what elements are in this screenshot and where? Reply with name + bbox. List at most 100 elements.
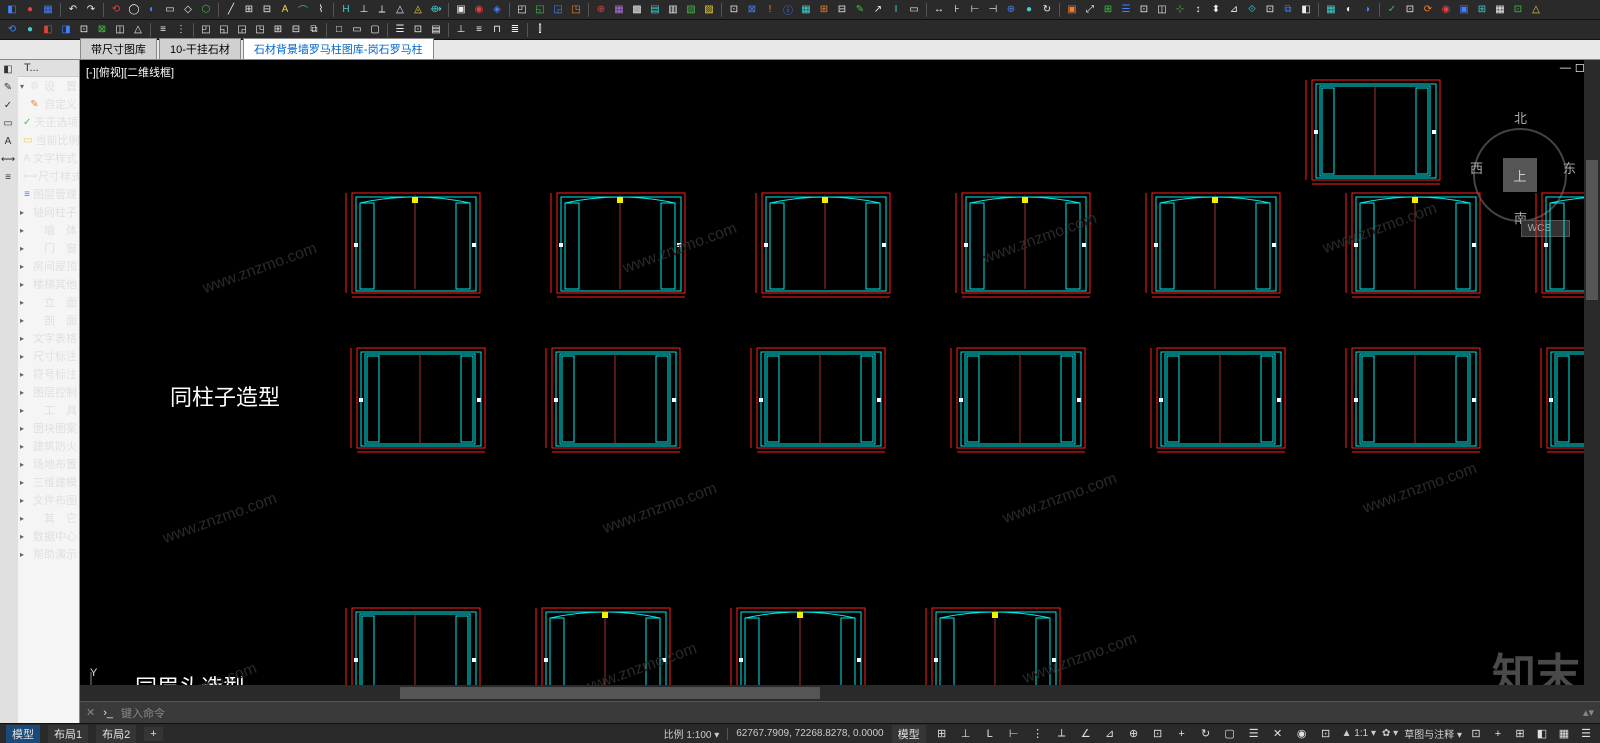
side-item[interactable]: A文字样式	[18, 149, 79, 167]
status-toggle[interactable]: ↻	[1198, 727, 1214, 740]
command-line[interactable]: ✕ ›_ 键入命令 ▴▾	[80, 701, 1600, 723]
side-strip-btn[interactable]: ⟷	[0, 154, 16, 170]
side-item[interactable]: ▸工 具	[18, 401, 79, 419]
toolbar-btn[interactable]: ▭	[906, 2, 922, 18]
toolbar-btn[interactable]: ⫿	[532, 22, 548, 38]
status-toggle[interactable]: ⊕	[1126, 727, 1142, 740]
toolbar-btn[interactable]: ◧	[40, 22, 56, 38]
cad-block[interactable]	[545, 185, 695, 303]
status-toggle[interactable]: ⊞	[934, 727, 950, 740]
cad-block[interactable]	[750, 185, 900, 303]
side-item[interactable]: ▸场地布置	[18, 455, 79, 473]
viewport-label[interactable]: [-][俯视][二维线框]	[86, 64, 174, 80]
toolbar-btn[interactable]: ⊟	[288, 22, 304, 38]
toolbar-btn[interactable]: ↷	[83, 2, 99, 18]
toolbar-btn[interactable]: ⊠	[744, 2, 760, 18]
status-toggle[interactable]: ▢	[1222, 727, 1238, 740]
side-item[interactable]: ▸数据中心	[18, 527, 79, 545]
toolbar-btn[interactable]: ⟲	[108, 2, 124, 18]
toolbar-btn[interactable]: ●	[1021, 2, 1037, 18]
toolbar-btn[interactable]: ◱	[216, 22, 232, 38]
toolbar-btn[interactable]: ⟐	[1244, 2, 1260, 18]
toolbar-btn[interactable]: ⊡	[1402, 2, 1418, 18]
side-item[interactable]: ▸建筑防火	[18, 437, 79, 455]
toolbar-btn[interactable]: ▭	[349, 22, 365, 38]
layout-tab[interactable]: 布局1	[48, 725, 88, 743]
status-toggle[interactable]: ⊡	[1150, 727, 1166, 740]
minimize-btn[interactable]: —	[1560, 62, 1571, 75]
toolbar-btn[interactable]: ▦	[1323, 2, 1339, 18]
status-toggle[interactable]: ⋮	[1030, 727, 1046, 740]
toolbar-btn[interactable]: ⊥	[356, 2, 372, 18]
document-tab[interactable]: 石材背景墙罗马柱图库-岗石罗马柱	[243, 38, 434, 59]
status-toggle[interactable]: L	[982, 728, 998, 740]
toolbar-btn[interactable]: ⊞	[241, 2, 257, 18]
toolbar-btn[interactable]: ◧	[4, 2, 20, 18]
toolbar-btn[interactable]: ▦	[611, 2, 627, 18]
side-item[interactable]: ▸文件布图	[18, 491, 79, 509]
toolbar-btn[interactable]: ↔	[931, 2, 947, 18]
toolbar-btn[interactable]: ◰	[198, 22, 214, 38]
toolbar-btn[interactable]: △	[130, 22, 146, 38]
status-toggle[interactable]: +	[1174, 728, 1190, 740]
toolbar-btn[interactable]: ▦	[1492, 2, 1508, 18]
side-item[interactable]: ≡图层管理	[18, 185, 79, 203]
toolbar-btn[interactable]: ⌒	[295, 2, 311, 18]
status-toggle[interactable]: ✕	[1270, 727, 1286, 740]
toolbar-btn[interactable]: ◱	[532, 2, 548, 18]
cad-block[interactable]	[1340, 185, 1490, 303]
toolbar-btn[interactable]: ◐	[1341, 2, 1357, 18]
toolbar-btn[interactable]: ⊡	[410, 22, 426, 38]
toolbar-btn[interactable]: ⊿	[1226, 2, 1242, 18]
side-strip-btn[interactable]: A	[0, 136, 16, 152]
toolbar-btn[interactable]: ⌇	[313, 2, 329, 18]
toolbar-btn[interactable]: ⊕	[1003, 2, 1019, 18]
toolbar-btn[interactable]: ◰	[514, 2, 530, 18]
side-item[interactable]: ▸图层控制	[18, 383, 79, 401]
layout-tab[interactable]: +	[144, 727, 162, 741]
status-icon[interactable]: ◧	[1534, 727, 1550, 740]
toolbar-btn[interactable]: ◲	[234, 22, 250, 38]
cad-block[interactable]	[1340, 340, 1490, 458]
toolbar-btn[interactable]: ⊥	[453, 22, 469, 38]
cad-block[interactable]	[1140, 185, 1290, 303]
cad-block[interactable]	[945, 340, 1095, 458]
status-toggle[interactable]: ⊥	[958, 727, 974, 740]
side-item[interactable]: ▸符号标注	[18, 365, 79, 383]
cad-block[interactable]	[340, 185, 490, 303]
status-dropdown[interactable]: ▲ 1:1 ▾	[1342, 728, 1376, 739]
toolbar-btn[interactable]: ⊞	[1100, 2, 1116, 18]
toolbar-btn[interactable]: ↶	[65, 2, 81, 18]
toolbar-btn[interactable]: ≣	[507, 22, 523, 38]
viewcube-east[interactable]: 东	[1563, 158, 1576, 177]
side-item[interactable]: ▸墙 体	[18, 221, 79, 239]
model-space-btn[interactable]: 模型	[892, 725, 926, 743]
scrollbar-horizontal[interactable]	[80, 685, 1584, 701]
cad-block[interactable]	[1300, 72, 1450, 190]
toolbar-btn[interactable]: ◳	[252, 22, 268, 38]
toolbar-btn[interactable]: ⊣	[985, 2, 1001, 18]
toolbar-btn[interactable]: ▦	[798, 2, 814, 18]
toolbar-btn[interactable]: ◐	[144, 2, 160, 18]
toolbar-btn[interactable]: I	[888, 2, 904, 18]
toolbar-btn[interactable]: ⊹	[1172, 2, 1188, 18]
toolbar-btn[interactable]: ⊡	[76, 22, 92, 38]
toolbar-btn[interactable]: ⊢	[967, 2, 983, 18]
cad-block[interactable]	[950, 185, 1100, 303]
toolbar-btn[interactable]: ●	[22, 22, 38, 38]
toolbar-btn[interactable]: ⊞	[816, 2, 832, 18]
status-toggle[interactable]: ⊡	[1318, 727, 1334, 740]
toolbar-btn[interactable]: ▣	[1456, 2, 1472, 18]
toolbar-btn[interactable]: ↗	[870, 2, 886, 18]
toolbar-btn[interactable]: △	[392, 2, 408, 18]
toolbar-btn[interactable]: ▩	[629, 2, 645, 18]
toolbar-btn[interactable]: ◈	[489, 2, 505, 18]
side-item[interactable]: ▸房间屋顶	[18, 257, 79, 275]
status-icon[interactable]: ⊡	[1468, 727, 1484, 740]
toolbar-btn[interactable]: ⊟	[834, 2, 850, 18]
side-strip-btn[interactable]: ▭	[0, 118, 16, 134]
toolbar-btn[interactable]: △	[1528, 2, 1544, 18]
toolbar-btn[interactable]: ✎	[852, 2, 868, 18]
status-toggle[interactable]: ⟂	[1054, 727, 1070, 740]
side-item[interactable]: ▸文字表格	[18, 329, 79, 347]
